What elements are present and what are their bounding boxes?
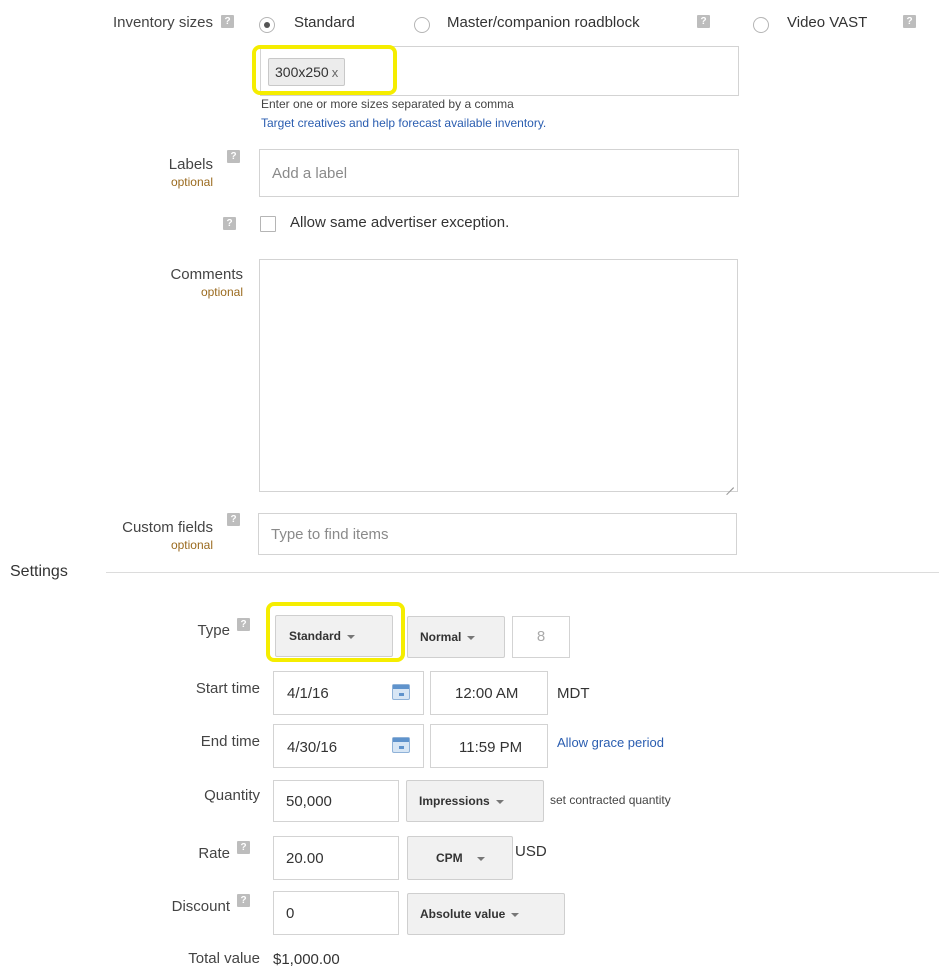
allow-exception-label: Allow same advertiser exception. xyxy=(290,214,510,231)
radio-video-vast-label: Video VAST xyxy=(787,14,868,31)
custom-fields-label: Custom fields xyxy=(122,519,213,536)
size-chip[interactable]: 300x250 x xyxy=(268,58,346,86)
priority-dropdown[interactable]: Normal xyxy=(407,616,505,658)
labels-optional: optional xyxy=(170,175,213,189)
discount-type-dropdown[interactable]: Absolute value xyxy=(407,893,565,935)
chevron-down-icon xyxy=(476,856,485,861)
inventory-sizes-label: Inventory sizes xyxy=(112,14,213,31)
allow-exception-checkbox[interactable] xyxy=(260,216,276,232)
settings-divider xyxy=(106,572,939,573)
custom-fields-optional: optional xyxy=(170,538,213,552)
help-icon[interactable]: ? xyxy=(227,513,240,526)
rate-label: Rate xyxy=(198,845,230,862)
help-icon[interactable]: ? xyxy=(221,15,234,28)
chevron-down-icon xyxy=(467,635,476,640)
target-creatives-link[interactable]: Target creatives and help forecast avail… xyxy=(261,116,546,130)
calendar-icon[interactable] xyxy=(392,684,410,700)
chevron-down-icon xyxy=(511,912,520,917)
help-icon[interactable]: ? xyxy=(237,894,250,907)
labels-label: Labels xyxy=(168,156,213,173)
help-icon[interactable]: ? xyxy=(237,841,250,854)
timezone-label: MDT xyxy=(557,685,590,702)
custom-fields-input[interactable] xyxy=(258,513,737,555)
calendar-icon[interactable] xyxy=(392,737,410,753)
type-dropdown[interactable]: Standard xyxy=(275,615,393,657)
total-value-label: Total value xyxy=(188,950,260,967)
priority-number-field[interactable]: 8 xyxy=(512,616,570,658)
comments-textarea[interactable] xyxy=(259,259,738,492)
quantity-unit-dropdown[interactable]: Impressions xyxy=(406,780,544,822)
chevron-down-icon xyxy=(347,634,356,639)
remove-chip-icon[interactable]: x xyxy=(332,65,339,80)
help-icon[interactable]: ? xyxy=(223,217,236,230)
comments-label: Comments xyxy=(170,266,243,283)
radio-video-vast[interactable] xyxy=(753,17,769,33)
help-icon[interactable]: ? xyxy=(697,15,710,28)
rate-input[interactable] xyxy=(273,836,399,880)
radio-master-companion[interactable] xyxy=(414,17,430,33)
rate-model-dropdown[interactable]: CPM xyxy=(407,836,513,880)
help-icon[interactable]: ? xyxy=(237,618,250,631)
inventory-hint: Enter one or more sizes separated by a c… xyxy=(261,97,514,111)
settings-heading: Settings xyxy=(10,563,68,580)
end-date-value: 4/30/16 xyxy=(287,739,338,756)
discount-type-value: Absolute value xyxy=(420,907,506,921)
quantity-label: Quantity xyxy=(204,787,260,804)
end-time-label: End time xyxy=(200,733,260,750)
size-chip-label: 300x250 xyxy=(275,64,329,80)
resize-handle-icon[interactable] xyxy=(724,478,734,488)
labels-input[interactable] xyxy=(259,149,739,197)
help-icon[interactable]: ? xyxy=(227,150,240,163)
help-icon[interactable]: ? xyxy=(903,15,916,28)
radio-master-companion-label: Master/companion roadblock xyxy=(447,14,640,31)
quantity-unit-value: Impressions xyxy=(419,794,490,808)
discount-label: Discount xyxy=(171,898,230,915)
currency-label: USD xyxy=(515,843,547,860)
radio-standard-label: Standard xyxy=(294,14,355,31)
discount-input[interactable] xyxy=(273,891,399,935)
allow-grace-period-link[interactable]: Allow grace period xyxy=(557,735,664,750)
radio-standard[interactable] xyxy=(259,17,275,33)
priority-dropdown-value: Normal xyxy=(420,630,462,644)
start-time-label: Start time xyxy=(195,680,260,697)
start-time-value: 12:00 AM xyxy=(455,685,519,702)
contracted-quantity-note: set contracted quantity xyxy=(550,793,671,807)
total-value-amount: $1,000.00 xyxy=(273,951,340,968)
rate-model-value: CPM xyxy=(436,851,463,865)
type-dropdown-value: Standard xyxy=(289,629,342,643)
end-time-value: 11:59 PM xyxy=(459,739,523,756)
quantity-input[interactable] xyxy=(273,780,399,822)
start-date-value: 4/1/16 xyxy=(287,685,329,702)
comments-optional: optional xyxy=(200,285,243,299)
type-label: Type xyxy=(197,622,230,639)
chevron-down-icon xyxy=(495,799,504,804)
